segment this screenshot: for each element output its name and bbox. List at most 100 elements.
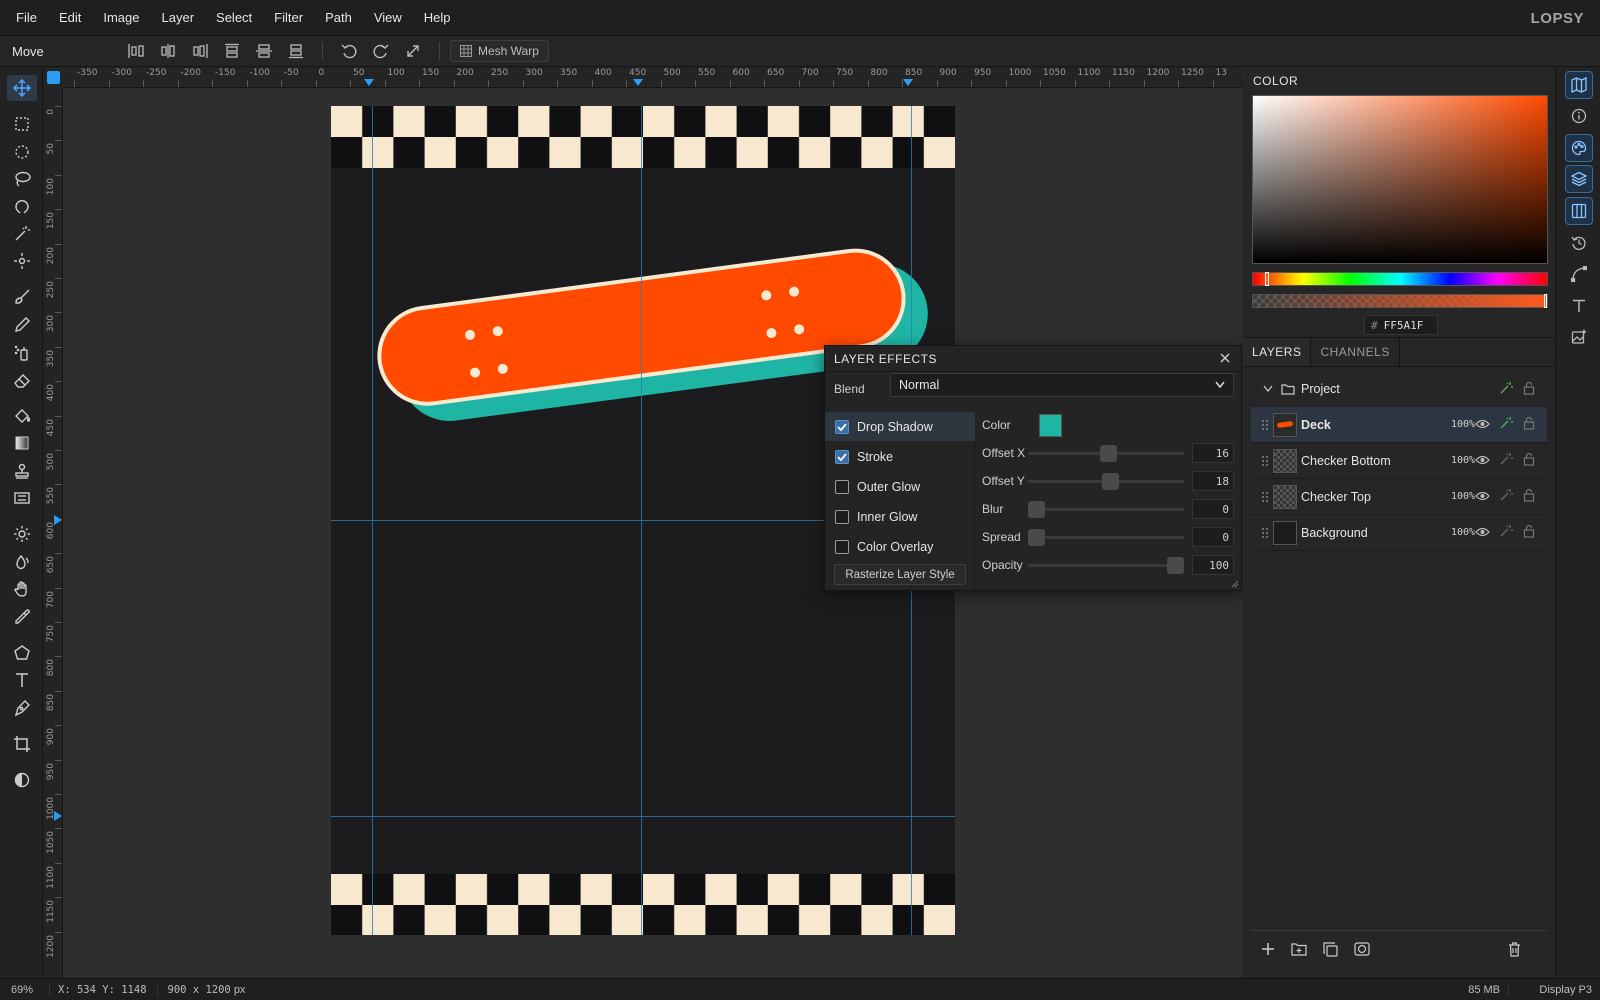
rotate-cw-icon[interactable] [370, 40, 392, 62]
eye-icon[interactable] [1475, 454, 1490, 468]
effect-color-overlay[interactable]: Color Overlay [825, 532, 975, 561]
guide-marker[interactable] [633, 79, 643, 86]
layer-row-background[interactable]: Background 100% [1251, 515, 1547, 551]
eye-icon[interactable] [1475, 418, 1490, 432]
eye-icon[interactable] [1475, 490, 1490, 504]
menu-view[interactable]: View [363, 10, 413, 25]
menu-edit[interactable]: Edit [48, 10, 92, 25]
rasterize-layer-style-button[interactable]: Rasterize Layer Style [834, 564, 966, 585]
menu-image[interactable]: Image [92, 10, 150, 25]
hand-icon[interactable] [7, 576, 37, 602]
menu-filter[interactable]: Filter [263, 10, 314, 25]
opacity-slider[interactable] [1028, 557, 1184, 574]
rect-select-icon[interactable] [7, 111, 37, 137]
vertical-ruler[interactable]: 0 50 100 150 200 250 300 350 400 450 500 550 600 650 7… [43, 88, 63, 978]
palette-icon[interactable] [1565, 134, 1593, 162]
menu-layer[interactable]: Layer [151, 10, 206, 25]
offset-x-input[interactable]: 16 [1192, 443, 1234, 463]
ellipse-select-icon[interactable] [7, 139, 37, 165]
magic-wand-icon[interactable] [7, 221, 37, 247]
checkbox[interactable] [835, 539, 849, 554]
tab-channels[interactable]: CHANNELS [1311, 338, 1400, 366]
align-right-icon[interactable] [189, 40, 211, 62]
offset-y-slider[interactable] [1028, 473, 1184, 490]
layer-group-project[interactable]: Project [1251, 371, 1547, 407]
layers-icon[interactable] [1565, 165, 1593, 193]
guide-marker[interactable] [54, 515, 62, 525]
lasso-icon[interactable] [7, 166, 37, 192]
slider-handle[interactable] [1102, 473, 1119, 490]
info-icon[interactable] [1565, 102, 1593, 130]
eyedropper-icon[interactable] [7, 604, 37, 630]
menu-file[interactable]: File [0, 10, 48, 25]
image-adjust-icon[interactable] [1565, 323, 1593, 351]
align-middle-v-icon[interactable] [253, 40, 275, 62]
alpha-slider[interactable] [1252, 294, 1548, 308]
checkbox[interactable] [835, 419, 849, 434]
color-saturation-picker[interactable] [1252, 95, 1548, 264]
checkbox[interactable] [835, 479, 849, 494]
paths-icon[interactable] [1565, 260, 1593, 288]
duplicate-layer-icon[interactable] [1323, 942, 1338, 960]
menu-select[interactable]: Select [205, 10, 263, 25]
zoom-level[interactable]: 69% [0, 983, 50, 996]
effect-outer-glow[interactable]: Outer Glow [825, 472, 975, 501]
stamp-icon[interactable] [7, 458, 37, 484]
crop-icon[interactable] [7, 731, 37, 757]
navigator-icon[interactable] [1565, 71, 1593, 99]
effects-icon[interactable] [1499, 381, 1513, 398]
guide-marker[interactable] [903, 79, 913, 86]
effects-icon[interactable] [1499, 416, 1513, 433]
pattern-icon[interactable] [7, 485, 37, 511]
quick-select-icon[interactable] [7, 248, 37, 274]
eye-icon[interactable] [1475, 526, 1490, 540]
effect-stroke[interactable]: Stroke [825, 442, 975, 471]
new-group-icon[interactable] [1291, 942, 1307, 959]
text-tool-icon[interactable] [7, 667, 37, 693]
blur-slider[interactable] [1028, 501, 1184, 518]
layer-row-deck[interactable]: Deck 100% [1251, 407, 1547, 443]
horizontal-ruler[interactable]: -350 -300 -250 -200 -150 -100 -50 0 50 100 150 200 2… [63, 67, 1243, 88]
close-icon[interactable] [1218, 351, 1232, 368]
eraser-icon[interactable] [7, 367, 37, 393]
drag-handle-icon[interactable] [1261, 527, 1269, 539]
align-center-h-icon[interactable] [157, 40, 179, 62]
offset-x-slider[interactable] [1028, 445, 1184, 462]
gradient-icon[interactable] [7, 430, 37, 456]
guide-horizontal[interactable] [331, 816, 955, 817]
character-icon[interactable] [1565, 292, 1593, 320]
lock-icon[interactable] [1523, 416, 1535, 433]
pen-tool-icon[interactable] [7, 695, 37, 721]
trash-icon[interactable] [1508, 942, 1521, 960]
lock-icon[interactable] [1523, 381, 1535, 398]
shadow-color-swatch[interactable] [1039, 414, 1062, 437]
effects-icon[interactable] [1499, 488, 1513, 505]
move-tool-icon[interactable] [7, 75, 37, 101]
pencil-icon[interactable] [7, 312, 37, 338]
spread-input[interactable]: 0 [1192, 527, 1234, 547]
align-left-icon[interactable] [125, 40, 147, 62]
magnetic-lasso-icon[interactable] [7, 194, 37, 220]
chevron-down-icon[interactable] [1263, 385, 1273, 393]
color-profile[interactable]: Display P3 [1539, 984, 1592, 996]
effects-icon[interactable] [1499, 452, 1513, 469]
expand-icon[interactable] [402, 40, 424, 62]
effect-drop-shadow[interactable]: Drop Shadow [825, 412, 975, 441]
mask-icon[interactable] [1354, 942, 1370, 959]
tab-layers[interactable]: LAYERS [1243, 338, 1312, 366]
layer-row-checker-bottom[interactable]: Checker Bottom 100% [1251, 443, 1547, 479]
resize-grip-icon[interactable] [1231, 580, 1239, 588]
slider-handle[interactable] [1265, 272, 1269, 286]
hue-slider[interactable] [1252, 272, 1548, 286]
contrast-icon[interactable] [7, 767, 37, 793]
spread-slider[interactable] [1028, 529, 1184, 546]
polygon-icon[interactable] [7, 640, 37, 666]
menu-path[interactable]: Path [314, 10, 363, 25]
menu-help[interactable]: Help [413, 10, 462, 25]
slider-handle[interactable] [1167, 557, 1184, 574]
slider-handle[interactable] [1100, 445, 1117, 462]
channels-icon[interactable] [1565, 197, 1593, 225]
lock-icon[interactable] [1523, 488, 1535, 505]
drag-handle-icon[interactable] [1261, 455, 1269, 467]
blend-mode-select[interactable]: Normal [890, 373, 1234, 397]
